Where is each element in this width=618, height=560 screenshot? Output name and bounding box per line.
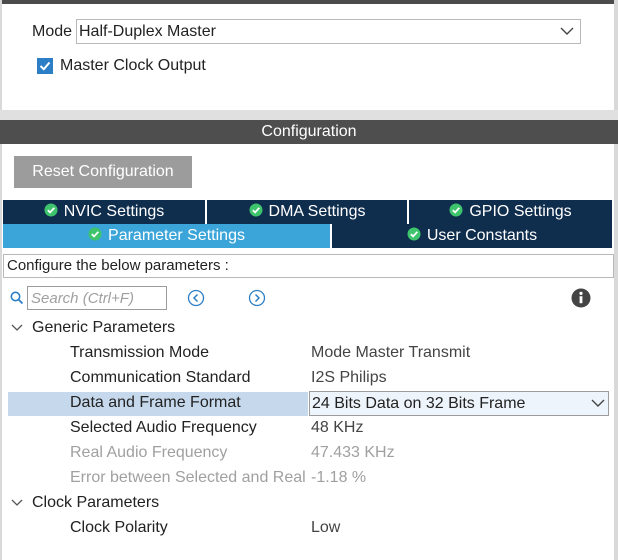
param-name-error-selected-real: Error between Selected and Real: [70, 469, 306, 486]
configuration-header: Configuration: [0, 120, 618, 144]
data-frame-format-select[interactable]: 24 Bits Data on 32 Bits Frame: [309, 391, 609, 416]
search-icon: [10, 291, 24, 305]
check-circle-icon: [88, 227, 102, 241]
mode-section-header: [0, 0, 618, 4]
chevron-down-icon: [591, 399, 605, 407]
panel-border-left: [0, 0, 2, 112]
chevron-down-icon: [560, 27, 574, 35]
tab-dma-settings[interactable]: DMA Settings: [207, 200, 409, 224]
param-value-real-audio-frequency: 47.433 KHz: [311, 444, 395, 461]
param-name-selected-audio-frequency[interactable]: Selected Audio Frequency: [70, 419, 257, 437]
reset-configuration-button[interactable]: Reset Configuration: [14, 156, 192, 188]
group-clock-parameters[interactable]: Clock Parameters: [32, 494, 159, 512]
info-icon[interactable]: [571, 288, 591, 308]
section-divider: [0, 110, 618, 120]
tab-parameter-settings[interactable]: Parameter Settings: [3, 224, 332, 248]
param-name-real-audio-frequency: Real Audio Frequency: [70, 444, 228, 461]
tab-nvic-settings[interactable]: NVIC Settings: [3, 200, 207, 224]
checkmark-icon: [39, 61, 51, 71]
tab-gpio-settings[interactable]: GPIO Settings: [409, 200, 612, 224]
panel-border-left: [0, 144, 2, 560]
mode-select-value: Half-Duplex Master: [79, 23, 216, 40]
check-circle-icon: [407, 227, 421, 241]
mode-label: Mode: [32, 23, 73, 40]
check-circle-icon: [249, 203, 263, 217]
param-name-transmission-mode[interactable]: Transmission Mode: [70, 344, 209, 362]
panel-border-right: [614, 0, 618, 112]
configure-hint: Configure the below parameters :: [3, 254, 614, 278]
previous-match-icon[interactable]: [187, 289, 205, 307]
check-circle-icon: [44, 203, 58, 217]
check-circle-icon: [449, 203, 463, 217]
param-name-communication-standard[interactable]: Communication Standard: [70, 369, 251, 387]
search-input[interactable]: [27, 286, 167, 310]
next-match-icon[interactable]: [248, 289, 266, 307]
tab-label: User Constants: [426, 227, 538, 244]
chevron-down-icon[interactable]: [11, 323, 23, 333]
param-name-clock-polarity[interactable]: Clock Polarity: [70, 519, 168, 537]
param-value-error-selected-real: -1.18 %: [311, 469, 367, 486]
param-value-selected-audio-frequency[interactable]: 48 KHz: [311, 419, 363, 437]
param-name-data-and-frame-format[interactable]: Data and Frame Format: [70, 394, 241, 412]
master-clock-output-label: Master Clock Output: [60, 57, 206, 74]
param-value-transmission-mode[interactable]: Mode Master Transmit: [311, 344, 470, 362]
tab-label: DMA Settings: [268, 203, 366, 220]
tab-label: NVIC Settings: [63, 203, 165, 220]
tab-label: GPIO Settings: [469, 203, 572, 220]
tab-user-constants[interactable]: User Constants: [332, 224, 612, 248]
tab-label: Parameter Settings: [108, 227, 245, 244]
param-value-clock-polarity[interactable]: Low: [311, 519, 340, 537]
mode-select[interactable]: Half-Duplex Master: [76, 19, 581, 44]
panel-border-right: [614, 144, 618, 560]
group-generic-parameters[interactable]: Generic Parameters: [32, 319, 175, 337]
param-value-communication-standard[interactable]: I2S Philips: [311, 369, 387, 387]
data-frame-format-value: 24 Bits Data on 32 Bits Frame: [312, 395, 526, 412]
chevron-down-icon[interactable]: [11, 498, 23, 508]
master-clock-output-checkbox[interactable]: [37, 58, 53, 74]
